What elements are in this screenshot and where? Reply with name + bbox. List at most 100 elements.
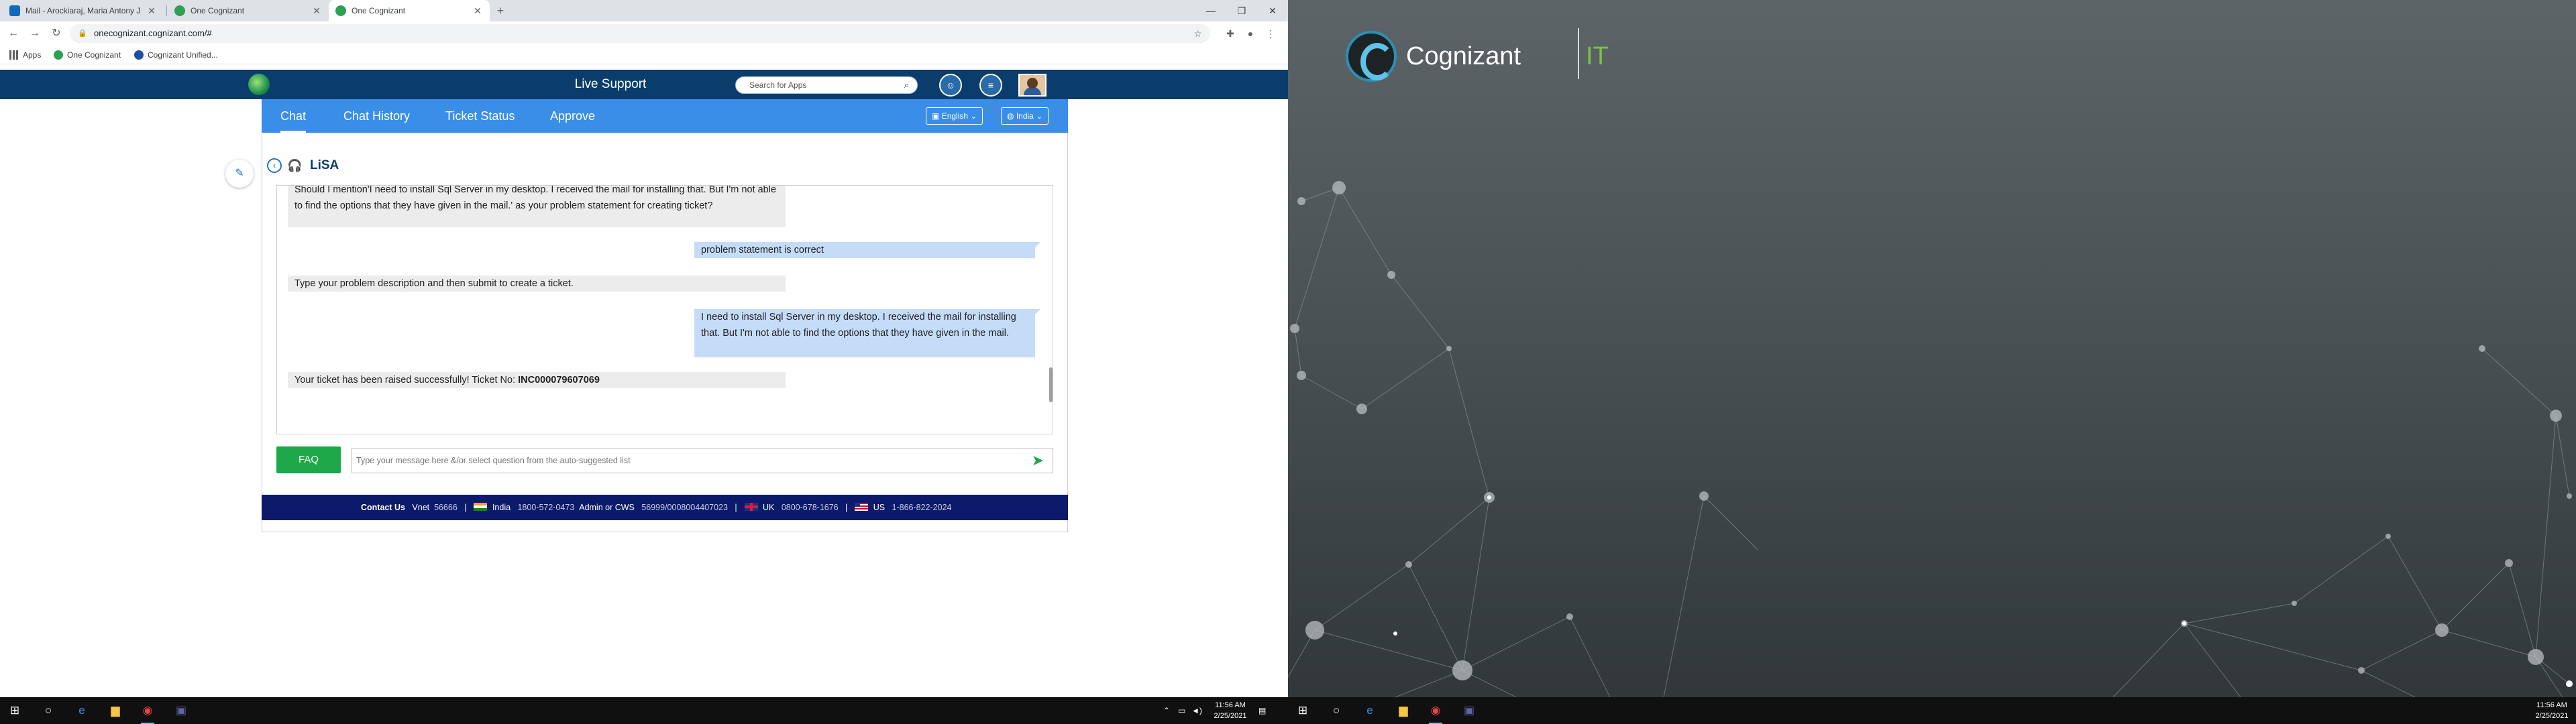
left-monitor: Mail - Arockiaraj, Maria Antony J ✕ One … (0, 0, 1288, 724)
chat-scrollbar[interactable] (1049, 367, 1053, 402)
profile-icon[interactable]: ● (1242, 25, 1258, 42)
tab-mail[interactable]: Mail - Arockiaraj, Maria Antony J ✕ (3, 0, 164, 21)
close-window-button[interactable]: ✕ (1257, 0, 1288, 21)
india-label: India (492, 503, 511, 512)
edge-browser-icon[interactable]: e (1360, 701, 1379, 720)
search-circle-icon[interactable]: ○ (39, 701, 58, 720)
cognizant-logo-icon (1346, 31, 1397, 82)
india-flag-icon (474, 503, 488, 511)
file-explorer-icon[interactable]: ▆ (106, 701, 125, 720)
apps-grid-icon (9, 50, 19, 60)
restore-button[interactable]: ❐ (1226, 0, 1257, 21)
url-text: onecognizant.cognizant.com/# (94, 28, 212, 38)
tab-chat[interactable]: Chat (280, 99, 307, 133)
uk-label: UK (763, 503, 775, 512)
tab-chat-history[interactable]: Chat History (343, 99, 410, 133)
message-text: problem statement is correct (701, 245, 824, 255)
admin-number: 56999/0008004407023 (641, 503, 728, 512)
network-wallpaper-graphic (1288, 181, 2573, 697)
teams-icon[interactable]: ▣ (1460, 701, 1479, 720)
region-value: India (1016, 111, 1034, 121)
menu-dots-icon[interactable]: ⋮ (1263, 25, 1279, 42)
bot-message: Type your problem description and then s… (288, 276, 786, 292)
close-icon[interactable]: ✕ (311, 5, 322, 16)
star-icon[interactable]: ☆ (1193, 24, 1202, 43)
taskbar-clock[interactable]: 11:56 AM 2/25/2021 (1210, 700, 1250, 721)
network-icon[interactable]: ▭ (1178, 697, 1185, 724)
volume-icon[interactable]: ◄) (1191, 697, 1202, 724)
tab-title: One Cognizant (352, 6, 406, 15)
tab-approve[interactable]: Approve (550, 99, 595, 133)
send-icon[interactable]: ➤ (1028, 450, 1048, 471)
reload-icon[interactable]: ↻ (48, 25, 64, 42)
search-placeholder: Search for Apps (749, 80, 807, 90)
bookmark-cognizant-unified[interactable]: Cognizant Unified... (134, 50, 218, 60)
new-tab-button[interactable]: + (494, 4, 507, 17)
language-icon: ▣ (932, 111, 940, 121)
message-text: I need to install Sql Server in my deskt… (701, 312, 1016, 339)
search-icon[interactable]: ⌕ (904, 77, 909, 93)
close-icon[interactable]: ✕ (472, 5, 483, 16)
clock-date: 2/25/2021 (2535, 712, 2569, 720)
tray-chevron-up-icon[interactable]: ⌃ (1163, 697, 1170, 724)
region-select[interactable]: ◍ India ⌄ (1001, 107, 1049, 125)
cognizant-leaf-icon (54, 50, 63, 60)
notifications-list-icon[interactable]: ≡ (979, 74, 1002, 97)
bookmark-one-cognizant[interactable]: One Cognizant (54, 50, 121, 60)
chevron-down-icon: ⌄ (1036, 111, 1043, 121)
contact-info: Contact Us Vnet 56666 | India 1800-572-0… (361, 503, 952, 512)
bot-name: LiSA (310, 158, 339, 172)
avatar[interactable] (1018, 74, 1046, 97)
feedback-icon[interactable]: ✎ (225, 160, 254, 188)
page-title: Live Support (574, 77, 647, 91)
message-text: Type your problem description and then s… (294, 278, 574, 289)
minimize-button[interactable]: — (1195, 0, 1226, 21)
admin-label: Admin or CWS (579, 503, 635, 512)
lock-icon: 🔒 (78, 29, 87, 38)
close-icon[interactable]: ✕ (146, 5, 157, 16)
bookmarks-bar: Apps One Cognizant Cognizant Unified... (0, 46, 1288, 64)
taskbar-clock[interactable]: 11:56 AM 2/25/2021 (2532, 700, 2572, 721)
tab-one-cognizant-active[interactable]: One Cognizant ✕ (329, 0, 490, 21)
chrome-icon[interactable]: ◉ (1426, 701, 1445, 724)
language-value: English (941, 111, 969, 121)
tab-title: One Cognizant (191, 6, 245, 15)
teams-icon[interactable]: ▣ (172, 701, 191, 720)
headset-icon: 🎧 (287, 159, 303, 172)
extensions-icon[interactable]: ✚ (1222, 25, 1238, 42)
back-arrow-icon[interactable]: ← (5, 25, 21, 42)
bot-message: Should I mention'I need to install Sql S… (288, 185, 786, 227)
message-input[interactable] (352, 448, 1053, 473)
search-apps-input[interactable]: Search for Apps ⌕ (735, 76, 918, 94)
windows-start-icon[interactable]: ⊞ (5, 701, 24, 720)
language-select[interactable]: ▣ English ⌄ (926, 107, 983, 125)
live-support-icon[interactable]: ☺ (939, 74, 962, 97)
chrome-icon[interactable]: ◉ (138, 701, 157, 724)
vnet-label: Vnet (412, 503, 430, 512)
cognizant-leaf-icon (335, 5, 346, 16)
vnet-number: 56666 (434, 503, 458, 512)
bookmark-apps[interactable]: Apps (9, 50, 41, 60)
back-icon[interactable]: ‹ (267, 158, 282, 173)
uk-flag-icon (744, 503, 758, 511)
bookmark-label: Cognizant Unified... (148, 50, 218, 60)
search-circle-icon[interactable]: ○ (1327, 701, 1346, 720)
edge-browser-icon[interactable]: e (72, 701, 91, 720)
tab-ticket-status[interactable]: Ticket Status (445, 99, 515, 133)
right-monitor: Cognizant IT ⊞ ○ e ▆ ◉ ▣ 11:56 AM 2/25/2… (1288, 0, 2576, 724)
us-flag-icon (855, 503, 869, 511)
us-number: 1-866-822-2024 (892, 503, 952, 512)
uk-number: 0800-678-1676 (781, 503, 839, 512)
chat-messages[interactable]: Should I mention'I need to install Sql S… (276, 185, 1053, 434)
address-bar[interactable]: 🔒 onecognizant.cognizant.com/# ☆ (70, 24, 1210, 43)
faq-button[interactable]: FAQ (276, 446, 341, 473)
message-text: Should I mention'I need to install Sql S… (294, 185, 777, 211)
file-explorer-icon[interactable]: ▆ (1394, 701, 1413, 720)
panel-footer-space (262, 520, 1068, 532)
windows-start-icon[interactable]: ⊞ (1293, 701, 1312, 720)
tab-one-cognizant[interactable]: One Cognizant ✕ (168, 0, 329, 21)
forward-arrow-icon[interactable]: → (27, 25, 43, 42)
tab-title: Mail - Arockiaraj, Maria Antony J (25, 6, 141, 15)
one-cognizant-logo-icon[interactable] (248, 74, 270, 95)
action-center-icon[interactable]: ▤ (1258, 697, 1266, 724)
